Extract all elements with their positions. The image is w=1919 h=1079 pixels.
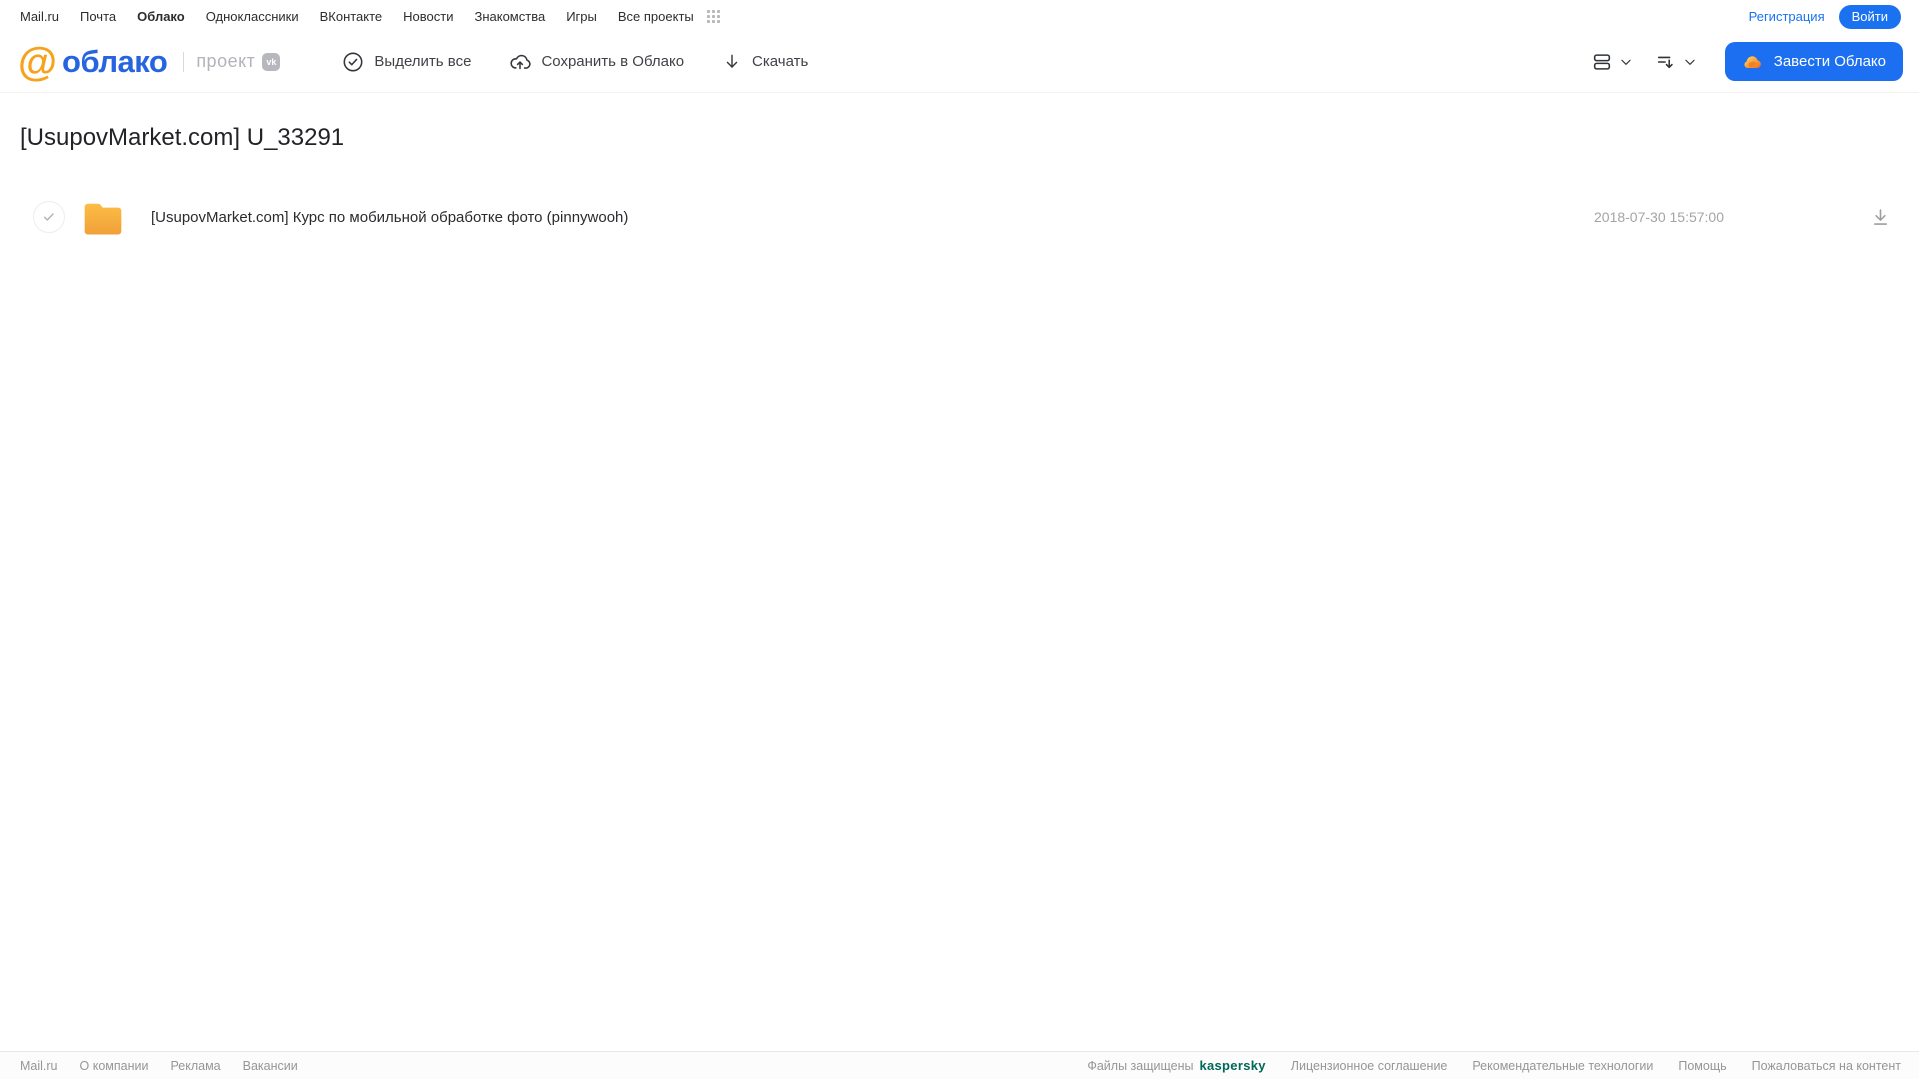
footer-link-mailru[interactable]: Mail.ru bbox=[20, 1059, 58, 1073]
nav-link-oblako[interactable]: Облако bbox=[137, 9, 185, 24]
page-title: [UsupovMarket.com] U_33291 bbox=[20, 124, 345, 151]
check-circle-icon bbox=[342, 51, 364, 73]
app-header: @ облако проект vk Выделить все Сохранит… bbox=[0, 31, 1919, 93]
nav-link-vkontakte[interactable]: ВКонтакте bbox=[320, 9, 383, 24]
nav-link-znakomstva[interactable]: Знакомства bbox=[474, 9, 545, 24]
registration-link[interactable]: Регистрация bbox=[1749, 9, 1825, 24]
sort-button[interactable] bbox=[1655, 51, 1697, 73]
download-label: Скачать bbox=[752, 53, 809, 70]
header-right-controls: Завести Облако bbox=[1591, 42, 1903, 81]
footer: Mail.ru О компании Реклама Вакансии Файл… bbox=[0, 1051, 1919, 1079]
nav-link-all-projects[interactable]: Все проекты bbox=[618, 9, 694, 24]
footer-right-links: Файлы защищены kaspersky Лицензионное со… bbox=[1087, 1058, 1901, 1073]
file-date: 2018-07-30 15:57:00 bbox=[1594, 209, 1724, 225]
footer-link-help[interactable]: Помощь bbox=[1678, 1059, 1726, 1073]
cloud-logo[interactable]: @ облако проект vk bbox=[18, 39, 281, 84]
folder-icon bbox=[81, 199, 125, 236]
kaspersky-logo[interactable]: kaspersky bbox=[1199, 1058, 1265, 1073]
cloud-logo-text: облако bbox=[62, 43, 168, 79]
chevron-down-icon bbox=[1683, 55, 1697, 69]
file-row[interactable]: [UsupovMarket.com] Курс по мобильной обр… bbox=[0, 193, 1919, 241]
save-to-cloud-button[interactable]: Сохранить в Облако bbox=[509, 51, 684, 73]
view-mode-button[interactable] bbox=[1591, 51, 1633, 73]
select-all-button[interactable]: Выделить все bbox=[342, 51, 471, 73]
top-nav-account: Регистрация Войти bbox=[1749, 4, 1901, 29]
get-cloud-button[interactable]: Завести Облако bbox=[1724, 42, 1903, 81]
footer-link-about[interactable]: О компании bbox=[80, 1059, 149, 1073]
top-nav: Mail.ru Почта Облако Одноклассники ВКонт… bbox=[20, 9, 720, 24]
view-mode-icon bbox=[1591, 51, 1613, 73]
footer-left-links: Mail.ru О компании Реклама Вакансии bbox=[20, 1059, 298, 1073]
chevron-down-icon bbox=[1619, 55, 1633, 69]
row-checkbox[interactable] bbox=[33, 201, 65, 233]
row-download-icon[interactable] bbox=[1870, 207, 1891, 228]
project-label: проект bbox=[196, 51, 256, 71]
login-button[interactable]: Войти bbox=[1838, 4, 1901, 29]
logo-divider bbox=[183, 51, 185, 72]
footer-link-recommend-tech[interactable]: Рекомендательные технологии bbox=[1472, 1059, 1653, 1073]
top-nav-bar: Mail.ru Почта Облако Одноклассники ВКонт… bbox=[0, 0, 1919, 31]
select-all-label: Выделить все bbox=[374, 53, 472, 70]
download-arrow-icon bbox=[722, 52, 742, 72]
nav-link-odnoklassniki[interactable]: Одноклассники bbox=[206, 9, 299, 24]
download-button[interactable]: Скачать bbox=[722, 52, 808, 72]
save-to-cloud-label: Сохранить в Облако bbox=[541, 53, 685, 70]
protected-label: Файлы защищены bbox=[1087, 1058, 1194, 1073]
nav-link-novosti[interactable]: Новости bbox=[403, 9, 453, 24]
orange-cloud-icon bbox=[1742, 51, 1764, 73]
nav-link-igry[interactable]: Игры bbox=[566, 9, 597, 24]
sort-icon bbox=[1655, 51, 1677, 73]
get-cloud-label: Завести Облако bbox=[1773, 53, 1886, 70]
nav-link-pochta[interactable]: Почта bbox=[80, 9, 116, 24]
main-content: [UsupovMarket.com] U_33291 [UsupovMarket… bbox=[0, 124, 1919, 241]
toolbar: Выделить все Сохранить в Облако Скачать bbox=[342, 51, 808, 73]
kaspersky-protected: Файлы защищены kaspersky bbox=[1087, 1058, 1265, 1073]
nav-link-mailru[interactable]: Mail.ru bbox=[20, 9, 59, 24]
all-projects-grid-icon[interactable] bbox=[706, 10, 720, 23]
footer-link-license[interactable]: Лицензионное соглашение bbox=[1291, 1059, 1448, 1073]
page: Mail.ru Почта Облако Одноклассники ВКонт… bbox=[0, 0, 1919, 1079]
cloud-upload-icon bbox=[509, 51, 532, 73]
mailru-at-icon: @ bbox=[18, 39, 57, 84]
footer-link-ads[interactable]: Реклама bbox=[170, 1059, 220, 1073]
file-name-link[interactable]: [UsupovMarket.com] Курс по мобильной обр… bbox=[151, 209, 628, 226]
footer-link-jobs[interactable]: Вакансии bbox=[243, 1059, 298, 1073]
footer-link-report-content[interactable]: Пожаловаться на контент bbox=[1752, 1059, 1901, 1073]
vk-badge-icon: vk bbox=[262, 52, 281, 71]
